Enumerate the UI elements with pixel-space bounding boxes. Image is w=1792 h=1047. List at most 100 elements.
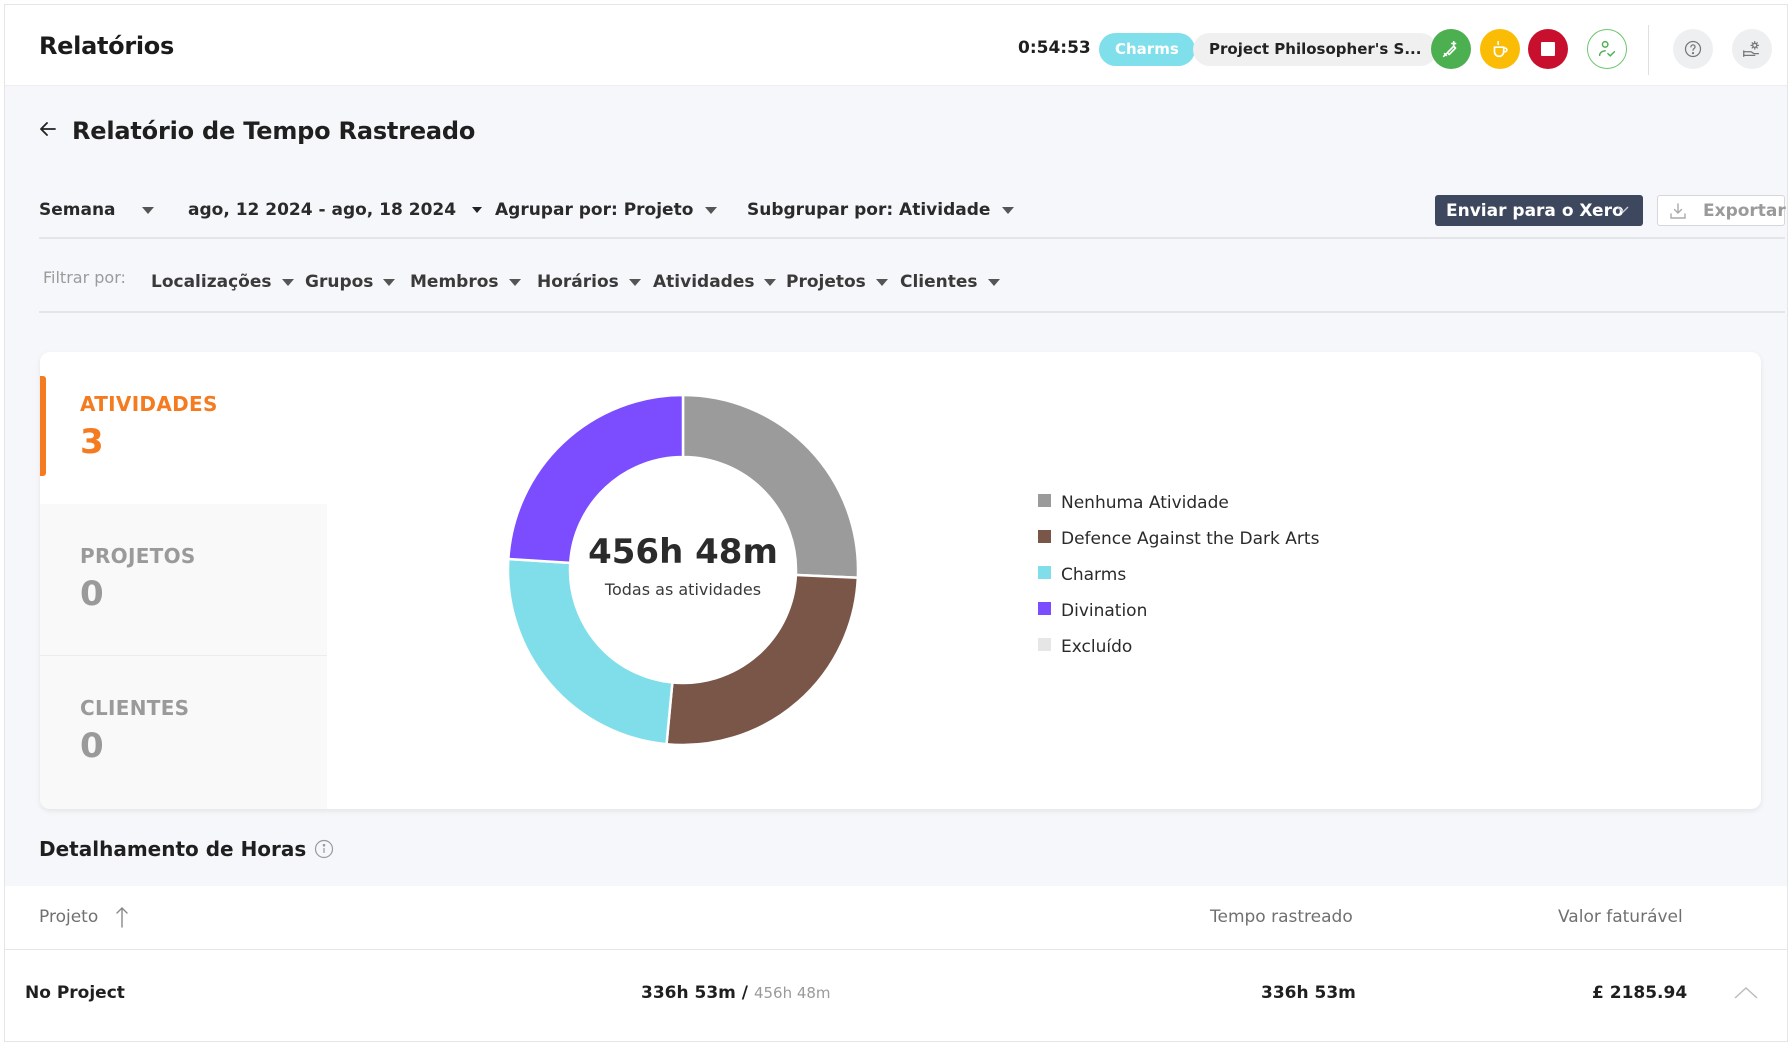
- legend-swatch: [1038, 637, 1051, 651]
- help-circle-icon: [1684, 40, 1702, 58]
- download-icon: [1670, 203, 1686, 219]
- switch-activity-button[interactable]: [1431, 29, 1471, 69]
- legend-label: Defence Against the Dark Arts: [1061, 529, 1320, 549]
- donut-center-total: 456h 48m: [588, 532, 778, 572]
- filter-divider: [39, 311, 1785, 313]
- stop-timer-button[interactable]: [1528, 29, 1568, 69]
- stat-value: 3: [80, 422, 104, 462]
- legend-swatch: [1038, 601, 1051, 615]
- legend-label: Charms: [1061, 565, 1127, 585]
- legend-item[interactable]: Charms: [1038, 557, 1319, 593]
- filter-item-label: Membros: [410, 272, 499, 292]
- caret-down-icon: [281, 278, 294, 286]
- subgroup-by-value: Subgrupar por: Atividade: [747, 200, 991, 220]
- coffee-cup-icon: [1493, 40, 1508, 58]
- legend-label: Nenhuma Atividade: [1061, 493, 1229, 513]
- legend-item[interactable]: Divination: [1038, 593, 1319, 629]
- export-button[interactable]: Exportar: [1657, 195, 1786, 226]
- stop-icon: [1541, 42, 1555, 56]
- filter-item-label: Atividades: [653, 272, 755, 292]
- current-project-pill[interactable]: Project Philosopher's S...: [1193, 33, 1438, 66]
- app-title: Relatórios: [39, 32, 174, 60]
- caret-down-icon: [472, 207, 483, 213]
- cell-tracked-time: 336h 53m: [1261, 983, 1356, 1003]
- caret-down-icon: [1002, 206, 1015, 214]
- hand-gear-icon: [1743, 41, 1760, 57]
- column-header-project[interactable]: Projeto: [39, 907, 98, 927]
- chevron-up-icon[interactable]: [1733, 985, 1759, 1001]
- filter-projetos[interactable]: Projetos: [786, 272, 888, 292]
- sort-ascending-icon[interactable]: [115, 906, 129, 928]
- column-header-billable[interactable]: Valor faturável: [1558, 907, 1683, 927]
- info-icon[interactable]: [314, 839, 334, 859]
- current-activity-pill[interactable]: Charms: [1099, 33, 1195, 66]
- filter-item-label: Clientes: [900, 272, 978, 292]
- caret-down-icon: [383, 278, 396, 286]
- user-check-icon: [1598, 40, 1616, 57]
- chart-legend: Nenhuma Atividade Defence Against the Dar…: [1038, 485, 1319, 665]
- table-row[interactable]: No Project 336h 53m / 456h 48m 336h 53m …: [5, 951, 1787, 1041]
- legend-item[interactable]: Defence Against the Dark Arts: [1038, 521, 1319, 557]
- stat-label: CLIENTES: [80, 696, 190, 720]
- timer-display: 0:54:53: [1018, 38, 1091, 58]
- switch-tag-icon: [1442, 40, 1457, 58]
- subgroup-by-dropdown[interactable]: Subgrupar por: Atividade: [747, 200, 1015, 220]
- header-divider: [1648, 25, 1649, 75]
- stat-value: 0: [80, 726, 104, 766]
- caret-down-icon: [628, 278, 641, 286]
- caret-down-icon: [141, 206, 154, 214]
- group-by-dropdown[interactable]: Agrupar por: Projeto: [495, 200, 718, 220]
- group-by-value: Agrupar por: Projeto: [495, 200, 694, 220]
- export-label: Exportar: [1703, 201, 1786, 221]
- share-tracked: 336h 53m /: [641, 983, 749, 1003]
- stat-label: ATIVIDADES: [80, 392, 218, 416]
- summary-card: ATIVIDADES 3 PROJETOS 0 CLIENTES 0 456h …: [40, 352, 1761, 809]
- caret-down-icon: [987, 278, 1000, 286]
- legend-label: Divination: [1061, 601, 1148, 621]
- caret-down-icon: [875, 278, 888, 286]
- active-indicator: [40, 376, 46, 476]
- share-total: 456h 48m: [753, 984, 831, 1002]
- filter-membros[interactable]: Membros: [410, 272, 521, 292]
- stat-tab-activities[interactable]: ATIVIDADES 3: [40, 352, 327, 504]
- filter-localizacoes[interactable]: Localizações: [151, 272, 294, 292]
- stat-tab-projects[interactable]: PROJETOS 0: [40, 504, 327, 656]
- filter-horarios[interactable]: Horários: [537, 272, 641, 292]
- page-title: Relatório de Tempo Rastreado: [72, 117, 476, 145]
- breakdown-title-text: Detalhamento de Horas: [39, 837, 307, 861]
- donut-slice-defence-against-the-dark-arts[interactable]: [665, 573, 860, 747]
- cell-billable: £ 2185.94: [1592, 983, 1688, 1003]
- legend-label: Excluído: [1061, 637, 1133, 657]
- legend-item[interactable]: Nenhuma Atividade: [1038, 485, 1319, 521]
- date-range-dropdown[interactable]: ago, 12 2024 - ago, 18 2024: [188, 200, 483, 220]
- legend-item[interactable]: Excluído: [1038, 629, 1319, 665]
- approve-timesheet-button[interactable]: [1587, 29, 1627, 69]
- cell-share: 336h 53m / 456h 48m: [641, 983, 831, 1003]
- stat-label: PROJETOS: [80, 544, 196, 568]
- column-header-tracked-time[interactable]: Tempo rastreado: [1210, 907, 1353, 927]
- period-dropdown[interactable]: Semana: [39, 200, 154, 220]
- caret-down-icon: [764, 278, 777, 286]
- caret-down-icon: [508, 278, 521, 286]
- break-button[interactable]: [1480, 29, 1520, 69]
- stat-value: 0: [80, 574, 104, 614]
- report-settings-button[interactable]: [1732, 29, 1772, 69]
- filter-item-label: Horários: [537, 272, 619, 292]
- send-to-xero-button[interactable]: Enviar para o Xero: [1435, 195, 1643, 226]
- filter-item-label: Grupos: [305, 272, 374, 292]
- legend-swatch: [1038, 529, 1051, 543]
- back-arrow-icon[interactable]: [37, 118, 59, 140]
- filter-grupos[interactable]: Grupos: [305, 272, 396, 292]
- filter-clientes[interactable]: Clientes: [900, 272, 1000, 292]
- filter-atividades[interactable]: Atividades: [653, 272, 777, 292]
- filter-label: Filtrar por:: [43, 268, 126, 287]
- donut-center-label: Todas as atividades: [604, 580, 762, 599]
- period-value: Semana: [39, 200, 116, 220]
- filter-item-label: Projetos: [786, 272, 866, 292]
- send-to-xero-label: Enviar para o Xero: [1446, 200, 1624, 221]
- caret-down-icon: [705, 206, 718, 214]
- stat-tab-clients[interactable]: CLIENTES 0: [40, 656, 327, 809]
- legend-swatch: [1038, 493, 1051, 507]
- help-button[interactable]: [1673, 29, 1713, 69]
- toolbar-divider: [39, 237, 1785, 239]
